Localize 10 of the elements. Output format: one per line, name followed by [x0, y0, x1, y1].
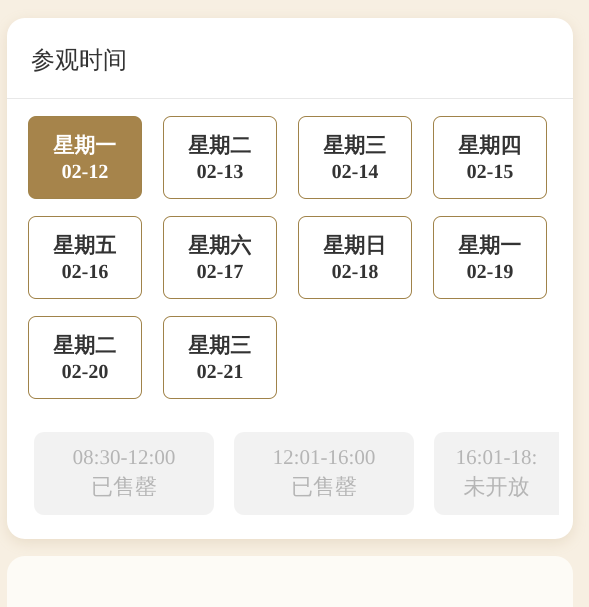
section-title: 参观时间 [7, 18, 573, 99]
date-option[interactable]: 星期三 02-21 [163, 316, 277, 399]
date-option[interactable]: 星期二 02-20 [28, 316, 142, 399]
date-option[interactable]: 星期一 02-19 [433, 216, 547, 299]
date-option[interactable]: 星期三 02-14 [298, 116, 412, 199]
date-option[interactable]: 星期五 02-16 [28, 216, 142, 299]
date-option[interactable]: 星期日 02-18 [298, 216, 412, 299]
date-option[interactable]: 星期四 02-15 [433, 116, 547, 199]
date-option[interactable]: 星期二 02-13 [163, 116, 277, 199]
date-option[interactable]: 星期六 02-17 [163, 216, 277, 299]
